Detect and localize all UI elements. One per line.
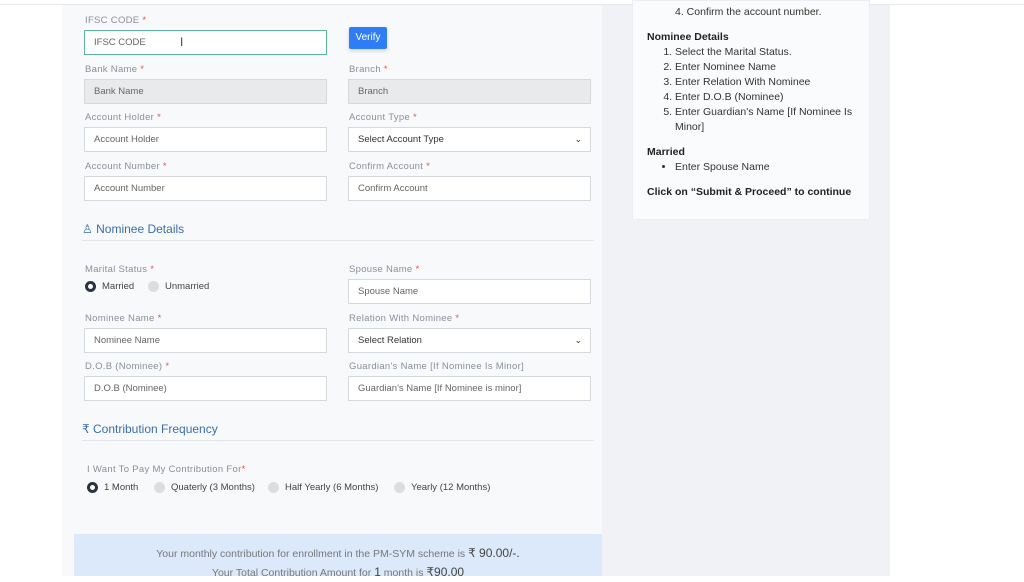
radio-yearly[interactable]: Yearly (12 Months): [394, 482, 490, 493]
divider: [82, 240, 594, 241]
instruction-item: Enter Guardian's Name [If Nominee Is Min…: [675, 105, 855, 135]
rupee-icon: ₹: [82, 422, 90, 436]
bank-name-input[interactable]: Bank Name: [84, 79, 327, 104]
nominee-name-input[interactable]: Nominee Name: [84, 328, 327, 353]
instruction-item: Enter Nominee Name: [675, 60, 855, 75]
spouse-name-input[interactable]: Spouse Name: [348, 279, 591, 304]
chevron-down-icon: ⌄: [574, 134, 582, 144]
confirm-account-input[interactable]: Confirm Account: [348, 176, 591, 201]
confirm-account-label: Confirm Account *: [349, 161, 431, 172]
radio-quarterly[interactable]: Quaterly (3 Months): [154, 482, 255, 493]
account-type-label: Account Type *: [349, 112, 417, 123]
divider: [82, 440, 594, 441]
instructions-footer: Click on “Submit & Proceed” to continue: [647, 186, 852, 198]
instruction-item: Enter Relation With Nominee: [675, 75, 855, 90]
radio-unchecked-icon: [148, 281, 159, 292]
relation-select[interactable]: Select Relation ⌄: [348, 328, 591, 353]
contribution-summary: Your monthly contribution for enrollment…: [74, 534, 602, 579]
contribution-section-title: ₹ Contribution Frequency: [82, 422, 218, 436]
branch-label: Branch *: [349, 64, 388, 75]
married-instructions-title: Married: [647, 146, 685, 158]
radio-unmarried[interactable]: Unmarried: [148, 281, 209, 292]
account-number-label: Account Number *: [85, 161, 167, 172]
account-holder-label: Account Holder *: [85, 112, 162, 123]
dob-label: D.O.B (Nominee) *: [85, 361, 170, 372]
dob-input[interactable]: D.O.B (Nominee): [84, 376, 327, 401]
instruction-item: 4. Confirm the account number.: [675, 6, 822, 18]
relation-value: Select Relation: [358, 335, 422, 346]
account-type-value: Select Account Type: [358, 134, 444, 145]
guardian-input[interactable]: Guardian's Name [If Nominee is minor]: [348, 376, 591, 401]
user-icon: ♙: [82, 222, 93, 236]
instructions-card: 4. Confirm the account number. Nominee D…: [632, 0, 870, 220]
chevron-down-icon: ⌄: [574, 335, 582, 345]
nominee-section-title: ♙ Nominee Details: [82, 222, 185, 236]
radio-married[interactable]: Married: [85, 281, 134, 292]
radio-1-month[interactable]: 1 Month: [87, 482, 138, 493]
total-contribution-text: Your Total Contribution Amount for 1 mon…: [211, 565, 465, 579]
monthly-contribution-text: Your monthly contribution for enrollment…: [156, 546, 520, 560]
relation-label: Relation With Nominee *: [349, 313, 460, 324]
instruction-item: Select the Marital Status.: [675, 45, 855, 60]
radio-unchecked-icon: [394, 482, 405, 493]
bank-name-label: Bank Name *: [85, 64, 145, 75]
account-holder-input[interactable]: Account Holder: [84, 127, 327, 152]
text-cursor-icon: I: [180, 35, 184, 49]
radio-checked-icon: [85, 281, 96, 292]
instruction-item: Enter Spouse Name: [675, 160, 855, 175]
radio-unchecked-icon: [154, 482, 165, 493]
branch-input[interactable]: Branch: [348, 79, 591, 104]
instruction-item: Enter D.O.B (Nominee): [675, 90, 855, 105]
marital-status-label: Marital Status *: [85, 264, 155, 275]
radio-half-yearly[interactable]: Half Yearly (6 Months): [268, 482, 378, 493]
nominee-instructions-title: Nominee Details: [647, 31, 729, 43]
nominee-name-label: Nominee Name *: [85, 313, 162, 324]
contribution-question: I Want To Pay My Contribution For*: [87, 464, 246, 475]
account-type-select[interactable]: Select Account Type ⌄: [348, 127, 591, 152]
spouse-name-label: Spouse Name *: [349, 264, 420, 275]
ifsc-label: IFSC CODE *: [85, 15, 147, 26]
radio-checked-icon: [87, 482, 98, 493]
verify-button[interactable]: Verify: [349, 27, 387, 49]
guardian-label: Guardian's Name [If Nominee Is Minor]: [349, 361, 525, 372]
ifsc-input[interactable]: IFSC CODE: [84, 30, 327, 55]
account-number-input[interactable]: Account Number: [84, 176, 327, 201]
radio-unchecked-icon: [268, 482, 279, 493]
